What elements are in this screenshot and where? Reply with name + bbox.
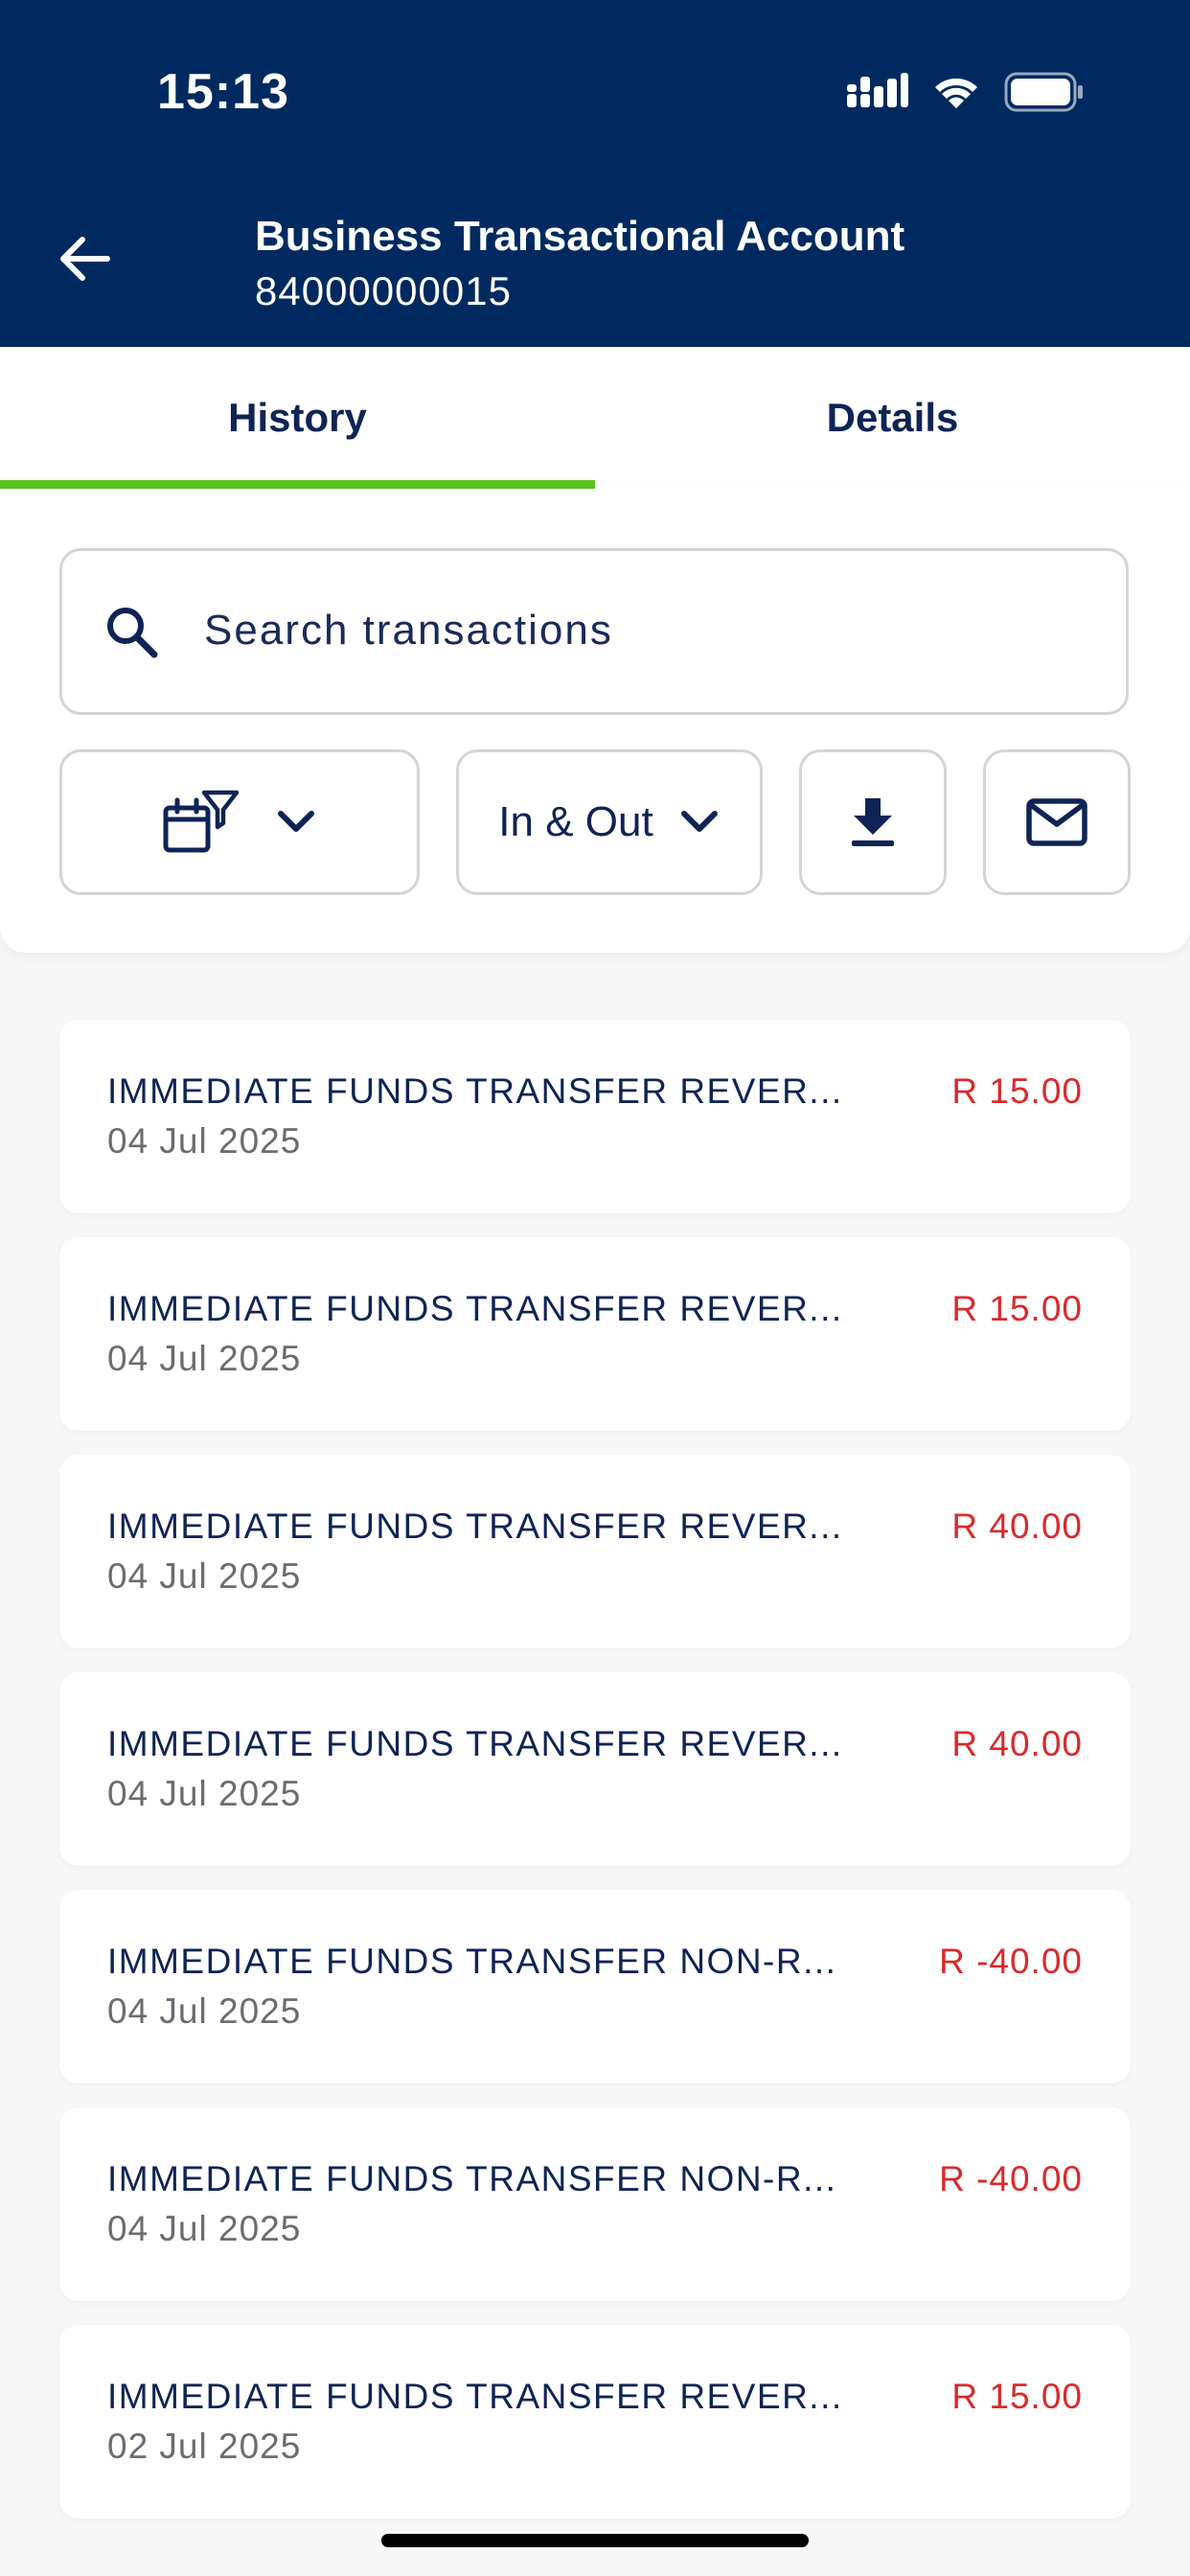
transaction-date: 04 Jul 2025	[107, 1121, 302, 1161]
calendar-filter-icon	[163, 790, 240, 853]
transaction-row[interactable]: IMMEDIATE FUNDS TRANSFER REVER... 04 Jul …	[59, 1455, 1131, 1648]
transaction-date: 04 Jul 2025	[107, 1339, 302, 1378]
status-time: 15:13	[157, 64, 289, 120]
download-icon	[852, 798, 894, 846]
transaction-date: 02 Jul 2025	[107, 2426, 302, 2466]
chevron-down-icon	[278, 811, 314, 832]
transaction-description: IMMEDIATE FUNDS TRANSFER REVER...	[107, 2377, 843, 2416]
email-statement-button[interactable]	[983, 749, 1131, 895]
transaction-description: IMMEDIATE FUNDS TRANSFER REVER...	[107, 1071, 843, 1111]
filter-card: Search transactions In & Out	[0, 489, 1190, 953]
transaction-row[interactable]: IMMEDIATE FUNDS TRANSFER NON-R... 04 Jul …	[59, 1890, 1131, 2083]
active-tab-indicator	[0, 480, 595, 489]
transaction-description: IMMEDIATE FUNDS TRANSFER NON-R...	[107, 2159, 837, 2198]
tab-details[interactable]: Details	[595, 347, 1190, 489]
transaction-date: 04 Jul 2025	[107, 1774, 302, 1813]
search-input[interactable]: Search transactions	[59, 548, 1129, 715]
app-header: 15:13 Business Transactional Account 840…	[0, 0, 1190, 347]
transaction-amount: R 15.00	[951, 2377, 1083, 2416]
transaction-description: IMMEDIATE FUNDS TRANSFER NON-R...	[107, 1942, 837, 1981]
battery-icon	[1004, 72, 1083, 112]
tab-bar: History Details	[0, 347, 1190, 489]
direction-filter-dropdown[interactable]: In & Out	[456, 749, 763, 895]
signal-icon	[847, 73, 908, 107]
wifi-icon	[935, 78, 977, 108]
transaction-amount: R 40.00	[951, 1724, 1083, 1763]
download-button[interactable]	[799, 749, 947, 895]
tab-details-label: Details	[826, 395, 959, 440]
transaction-row[interactable]: IMMEDIATE FUNDS TRANSFER REVER... 02 Jul …	[59, 2325, 1131, 2518]
transaction-amount: R 40.00	[951, 1506, 1083, 1546]
account-number: 84000000015	[255, 268, 512, 313]
transaction-amount: R 15.00	[951, 1071, 1083, 1111]
chevron-down-icon	[680, 811, 718, 832]
status-icons	[847, 69, 1085, 115]
tab-history[interactable]: History	[0, 347, 595, 489]
transaction-date: 04 Jul 2025	[107, 1556, 302, 1596]
transaction-date: 04 Jul 2025	[107, 2209, 302, 2248]
transaction-row[interactable]: IMMEDIATE FUNDS TRANSFER NON-R... 04 Jul …	[59, 2107, 1131, 2301]
date-filter-button[interactable]	[59, 749, 420, 895]
transaction-amount: R 15.00	[951, 1289, 1083, 1328]
home-indicator	[381, 2534, 809, 2547]
direction-filter-label: In & Out	[498, 798, 653, 845]
transaction-row[interactable]: IMMEDIATE FUNDS TRANSFER REVER... 04 Jul …	[59, 1672, 1131, 1866]
transaction-amount: R -40.00	[939, 1942, 1083, 1981]
envelope-icon	[1026, 798, 1087, 846]
tab-history-label: History	[228, 395, 367, 440]
search-placeholder: Search transactions	[204, 607, 613, 654]
transaction-description: IMMEDIATE FUNDS TRANSFER REVER...	[107, 1289, 843, 1328]
account-title: Business Transactional Account	[255, 213, 905, 260]
transaction-amount: R -40.00	[939, 2159, 1083, 2198]
transaction-description: IMMEDIATE FUNDS TRANSFER REVER...	[107, 1724, 843, 1763]
transaction-row[interactable]: IMMEDIATE FUNDS TRANSFER REVER... 04 Jul …	[59, 1020, 1131, 1213]
transaction-row[interactable]: IMMEDIATE FUNDS TRANSFER REVER... 04 Jul …	[59, 1237, 1131, 1431]
search-icon	[107, 608, 158, 658]
transaction-date: 04 Jul 2025	[107, 1991, 302, 2031]
transaction-description: IMMEDIATE FUNDS TRANSFER REVER...	[107, 1506, 843, 1546]
back-arrow-icon[interactable]	[54, 228, 115, 289]
